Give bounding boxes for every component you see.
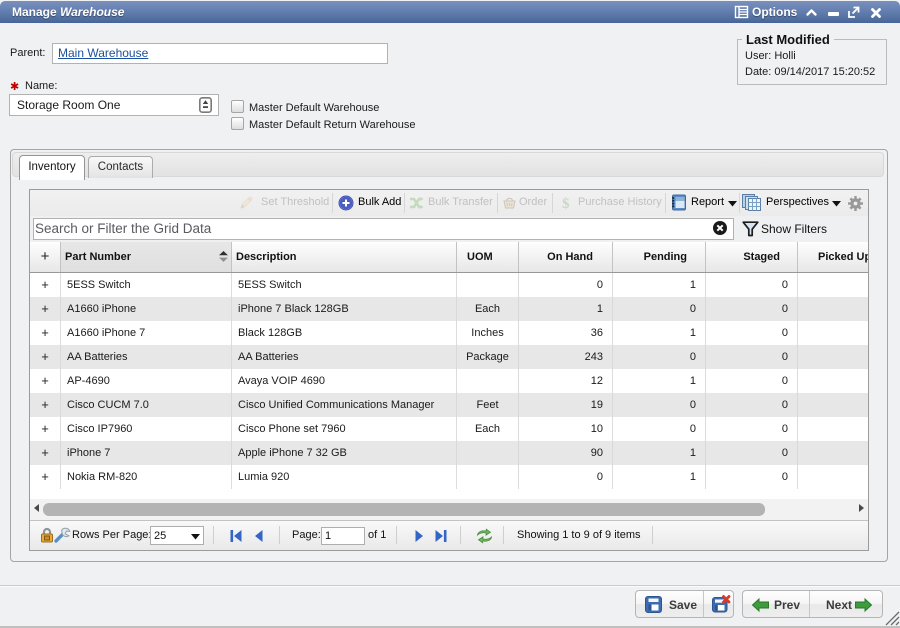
svg-text:$: $ <box>562 196 570 212</box>
